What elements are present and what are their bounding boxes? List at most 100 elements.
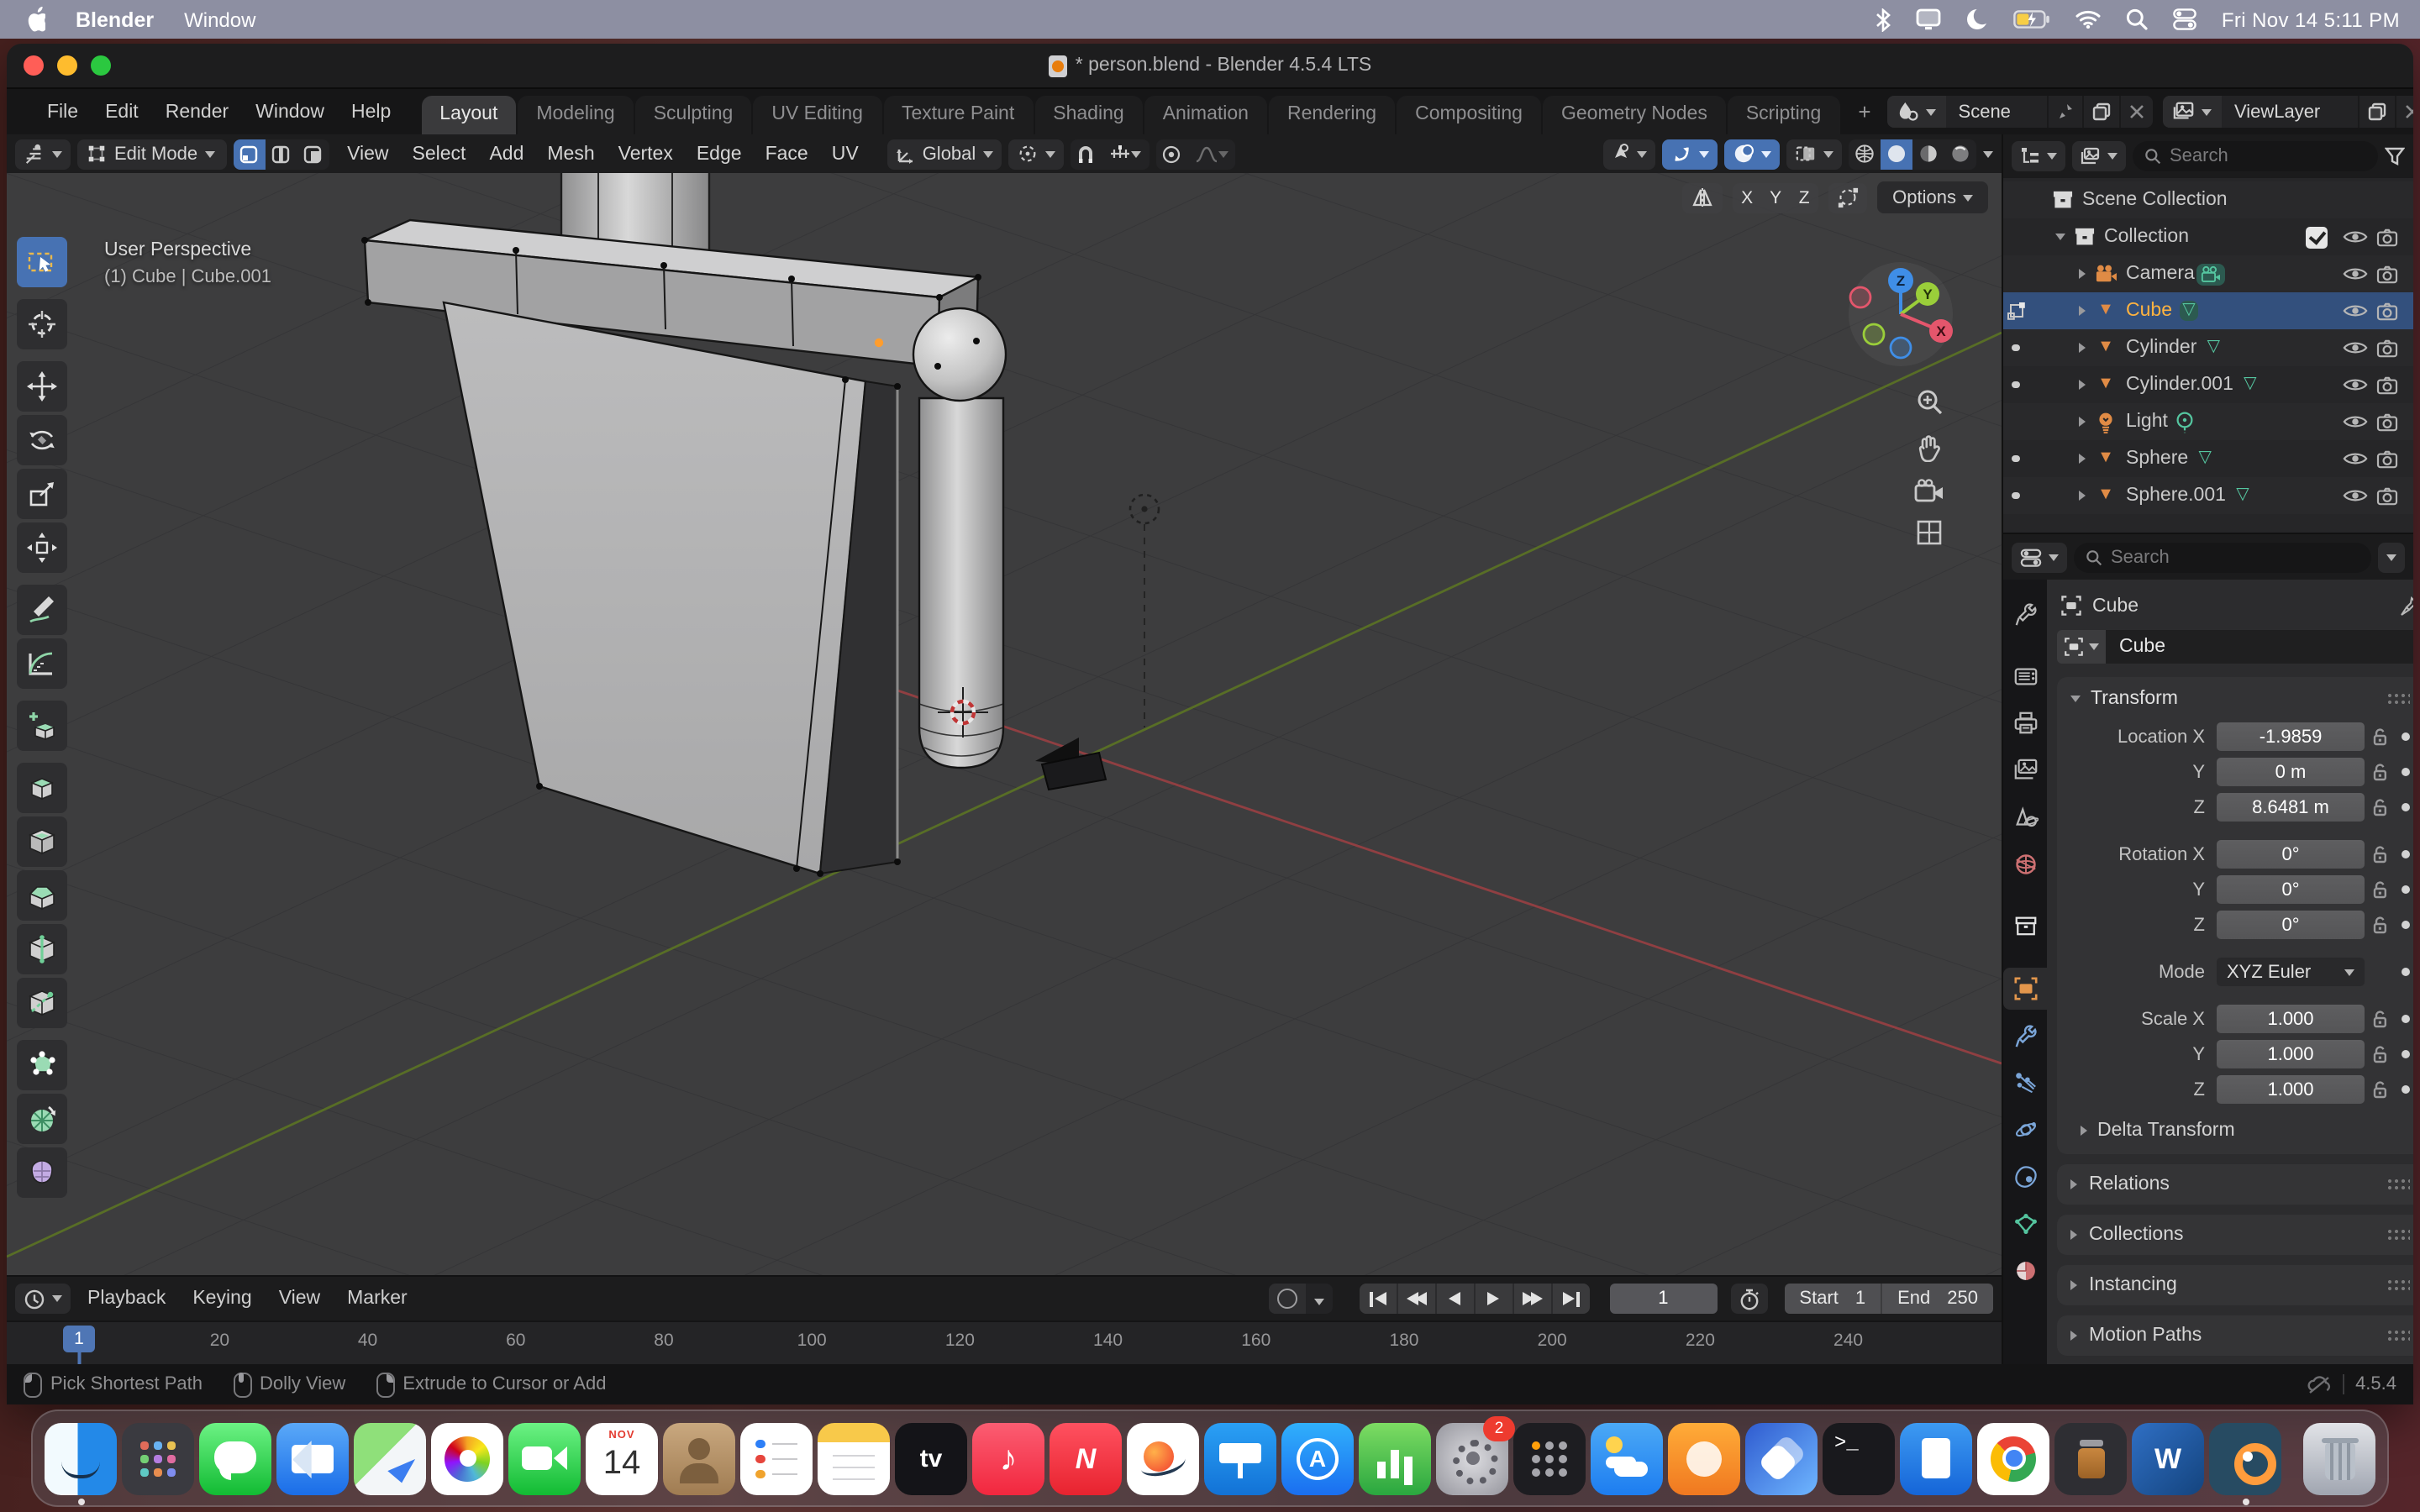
- dock-app-freeform[interactable]: [1127, 1422, 1199, 1494]
- animate-property-dot[interactable]: [2402, 921, 2410, 929]
- disable-in-renders-toggle[interactable]: [2371, 375, 2403, 394]
- tab-material[interactable]: [2003, 1250, 2047, 1292]
- toggle-ortho-icon[interactable]: [1916, 519, 1943, 546]
- dock-app-numbers[interactable]: [1359, 1422, 1431, 1494]
- dock-app-notes[interactable]: [818, 1422, 890, 1494]
- auto-keying-toggle[interactable]: [1268, 1284, 1332, 1314]
- lock-icon[interactable]: [2365, 915, 2395, 935]
- vertex-select-mode-button[interactable]: [233, 139, 265, 169]
- cursor-tool[interactable]: [17, 299, 67, 349]
- annotate-tool[interactable]: [17, 585, 67, 635]
- disable-in-renders-toggle[interactable]: [2371, 486, 2403, 505]
- shading-popover-chevron[interactable]: [1983, 150, 1993, 157]
- bevel-tool[interactable]: [17, 870, 67, 921]
- collection-checkbox[interactable]: [2306, 226, 2328, 248]
- menubar-app-name[interactable]: Blender: [76, 8, 154, 31]
- properties-section[interactable]: Motion Paths: [2057, 1315, 2413, 1356]
- workspace-tab[interactable]: Layout: [421, 96, 516, 134]
- add-workspace-button[interactable]: +: [1844, 92, 1884, 131]
- lock-icon[interactable]: [2365, 1079, 2395, 1100]
- tab-output[interactable]: [2003, 702, 2047, 744]
- proportional-edit-button[interactable]: [1155, 139, 1187, 169]
- outliner-row[interactable]: ▼ Cube ▽: [2003, 292, 2413, 329]
- end-frame-field[interactable]: End250: [1881, 1284, 1993, 1314]
- menu-item[interactable]: Edge: [685, 139, 754, 169]
- dock-app-finder[interactable]: [45, 1422, 117, 1494]
- hide-in-viewport-toggle[interactable]: [2339, 339, 2371, 356]
- camera-view-icon[interactable]: [1914, 479, 1944, 502]
- menu-item[interactable]: Playback: [74, 1284, 179, 1314]
- viewlayer-selector[interactable]: ViewLayer: [2164, 96, 2413, 128]
- display-icon[interactable]: [1916, 8, 1941, 30]
- tab-render[interactable]: [2003, 655, 2047, 697]
- dock-app-news[interactable]: N: [1050, 1422, 1122, 1494]
- workspace-tab[interactable]: Rendering: [1269, 96, 1395, 134]
- animate-property-dot[interactable]: [2402, 850, 2410, 858]
- hide-in-viewport-toggle[interactable]: [2339, 302, 2371, 319]
- menu-item[interactable]: Vertex: [607, 139, 685, 169]
- tab-scene[interactable]: [2003, 796, 2047, 838]
- dock-app-weather[interactable]: [1591, 1422, 1663, 1494]
- properties-options-chevron[interactable]: [2378, 542, 2405, 572]
- transform-collapse-chevron[interactable]: [2070, 696, 2081, 702]
- dock-app-terminal[interactable]: >_: [1823, 1422, 1895, 1494]
- dock-app-launchpad[interactable]: [122, 1422, 194, 1494]
- transform-value-field[interactable]: -1.9859: [2217, 722, 2365, 751]
- tab-world[interactable]: [2003, 843, 2047, 885]
- expand-chevron[interactable]: [2072, 306, 2092, 316]
- outliner-filter-id-button[interactable]: [2072, 141, 2126, 171]
- menu-item[interactable]: Window: [242, 97, 338, 127]
- workspace-tab[interactable]: Texture Paint: [883, 96, 1033, 134]
- outliner-row[interactable]: ▼ Cylinder.001 ▽: [2003, 366, 2413, 403]
- move-tool[interactable]: [17, 361, 67, 412]
- prev-keyframe-button[interactable]: [1397, 1284, 1434, 1314]
- dock-app-calculator[interactable]: [1513, 1422, 1586, 1494]
- outliner-row[interactable]: ▼ Scene Collection ▽: [2003, 181, 2413, 218]
- inset-faces-tool[interactable]: [17, 816, 67, 867]
- axis-toggle-button[interactable]: Y: [1761, 182, 1790, 213]
- animate-property-dot[interactable]: [2402, 768, 2410, 776]
- editor-type-button[interactable]: [15, 139, 71, 169]
- tab-collection[interactable]: [2003, 906, 2047, 948]
- loop-cut-tool[interactable]: [17, 924, 67, 974]
- scale-tool[interactable]: [17, 469, 67, 519]
- delta-transform-section[interactable]: Delta Transform: [2057, 1109, 2413, 1141]
- scene-name[interactable]: Scene: [1947, 102, 2048, 122]
- outliner-row[interactable]: ▼ Cylinder ▽: [2003, 329, 2413, 366]
- hide-in-viewport-toggle[interactable]: [2339, 376, 2371, 393]
- proportional-falloff-dropdown[interactable]: [1187, 139, 1234, 169]
- disable-in-renders-toggle[interactable]: [2371, 265, 2403, 283]
- properties-section[interactable]: Relations: [2057, 1164, 2413, 1205]
- outliner-display-mode-button[interactable]: [2012, 141, 2065, 171]
- dock-app-keynote[interactable]: [1204, 1422, 1276, 1494]
- workspace-tab[interactable]: Shading: [1034, 96, 1142, 134]
- bluetooth-icon[interactable]: [1876, 8, 1891, 31]
- workspace-tab[interactable]: Compositing: [1397, 96, 1541, 134]
- properties-section[interactable]: Instancing: [2057, 1265, 2413, 1305]
- snap-settings-dropdown[interactable]: [1102, 139, 1149, 169]
- spin-tool[interactable]: [17, 1094, 67, 1144]
- transform-value-field[interactable]: 0°: [2217, 911, 2365, 939]
- workspace-tab[interactable]: Modeling: [518, 96, 633, 134]
- outliner-row[interactable]: ▼ Light ▽: [2003, 403, 2413, 440]
- menu-item[interactable]: View: [335, 139, 400, 169]
- workspace-tab[interactable]: Sculpting: [635, 96, 752, 134]
- snap-falloff-button[interactable]: [1828, 182, 1867, 213]
- transform-value-field[interactable]: 1.000: [2217, 1040, 2365, 1068]
- properties-section[interactable]: Collections: [2057, 1215, 2413, 1255]
- dock-app-appstore[interactable]: A: [1281, 1422, 1354, 1494]
- tab-object[interactable]: [2003, 968, 2047, 1010]
- tab-tool[interactable]: [2003, 593, 2047, 635]
- dock-app-trash[interactable]: [2303, 1422, 2375, 1494]
- lock-icon[interactable]: [2365, 727, 2395, 747]
- dock-app-maps[interactable]: [354, 1422, 426, 1494]
- scene-browse-icon[interactable]: [1888, 96, 1947, 128]
- workspace-tab[interactable]: UV Editing: [753, 96, 881, 134]
- snap-toggle-button[interactable]: [1070, 139, 1102, 169]
- hide-in-viewport-toggle[interactable]: [2339, 413, 2371, 430]
- workspace-tab[interactable]: Animation: [1144, 96, 1267, 134]
- expand-chevron[interactable]: [2072, 380, 2092, 390]
- animate-property-dot[interactable]: [2402, 1015, 2410, 1023]
- hide-in-viewport-toggle[interactable]: [2339, 487, 2371, 504]
- dock-app-settings[interactable]: 2: [1436, 1422, 1508, 1494]
